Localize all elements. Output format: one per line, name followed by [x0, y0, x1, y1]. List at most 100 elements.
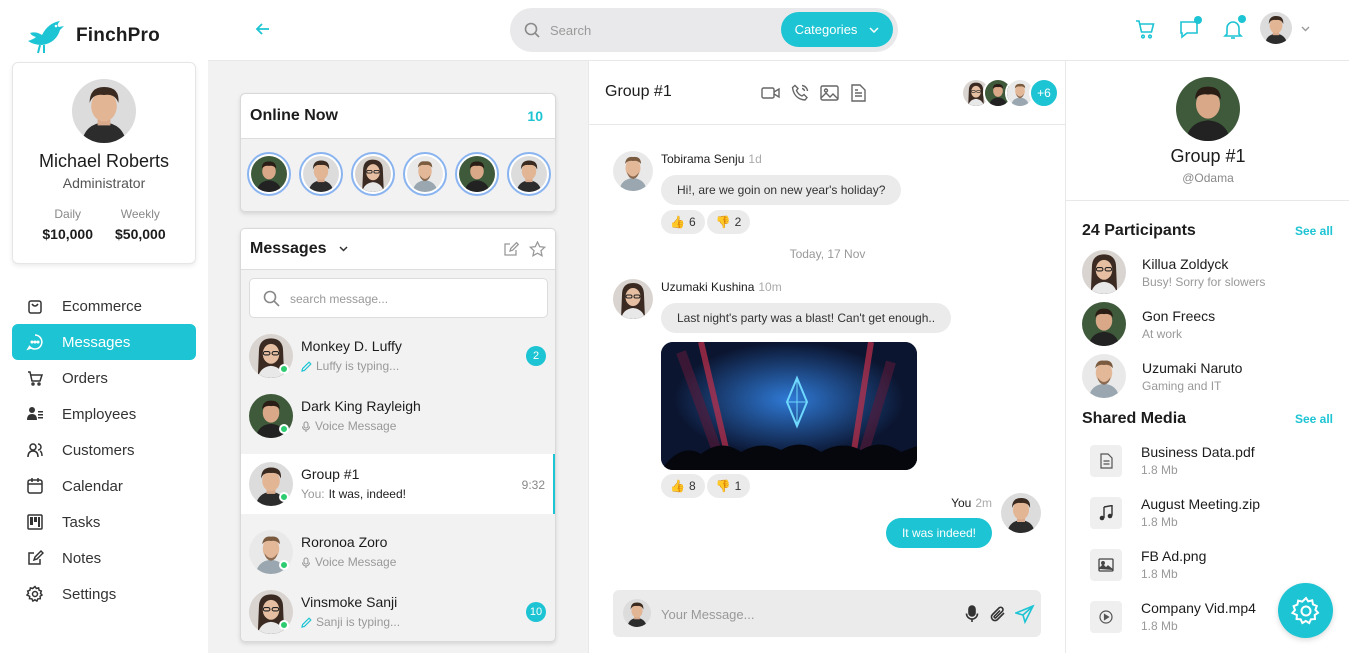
cart-icon	[28, 371, 44, 386]
microphone-icon	[301, 420, 311, 432]
message-composer: Your Message...	[613, 590, 1041, 637]
profile-role: Administrator	[62, 175, 146, 191]
media-file-item[interactable]: FB Ad.png 1.8 Mb	[1090, 546, 1290, 586]
online-avatar[interactable]	[403, 152, 447, 196]
chat-notification-button[interactable]	[1178, 16, 1202, 42]
dislike-reaction[interactable]: 👎 1	[706, 474, 751, 498]
media-see-all-link[interactable]: See all	[1295, 412, 1333, 426]
search-input[interactable]: Search	[550, 23, 591, 38]
nav-item-notes[interactable]: Notes	[12, 540, 196, 576]
online-avatars	[241, 139, 555, 196]
participant-name: Killua Zoldyck	[1142, 256, 1229, 272]
gear-icon	[1290, 595, 1319, 624]
sender-avatar[interactable]	[613, 279, 653, 319]
brand-logo[interactable]: FinchPro	[26, 17, 160, 55]
nav-label: Employees	[62, 405, 137, 423]
message-reactions: 👍 6 👎 2	[661, 210, 751, 234]
search-icon	[524, 22, 540, 38]
participant-status: Busy! Sorry for slowers	[1142, 275, 1266, 289]
nav-item-settings[interactable]: Settings	[12, 576, 196, 612]
compose-icon[interactable]	[503, 241, 519, 257]
message-time: 1d	[748, 152, 762, 166]
categories-label: Categories	[794, 22, 858, 37]
attachment-icon[interactable]	[989, 604, 1007, 624]
reaction-count: 2	[734, 215, 742, 229]
nav-label: Notes	[62, 549, 102, 567]
categories-dropdown[interactable]: Categories	[781, 12, 893, 47]
nav-item-messages[interactable]: Messages	[12, 324, 196, 360]
nav-item-orders[interactable]: Orders	[12, 360, 196, 396]
conversation-item-selected[interactable]: Group #1 You: It was, indeed! 9:32	[241, 454, 555, 514]
notifications-button[interactable]	[1222, 15, 1246, 42]
media-file-item[interactable]: Company Vid.mp4 1.8 Mb	[1090, 598, 1290, 638]
microphone-icon[interactable]	[965, 605, 979, 623]
media-file-item[interactable]: Business Data.pdf 1.8 Mb	[1090, 442, 1290, 482]
online-avatar[interactable]	[455, 152, 499, 196]
participant-item[interactable]: Uzumaki Naruto Gaming and IT	[1082, 354, 1332, 398]
chevron-down-icon[interactable]	[1301, 26, 1310, 32]
notification-dot	[1238, 15, 1246, 23]
sender-name: Uzumaki Kushina	[661, 280, 755, 294]
nav-item-tasks[interactable]: Tasks	[12, 504, 196, 540]
document-icon[interactable]	[851, 84, 866, 102]
conversation-preview: Luffy is typing...	[301, 359, 399, 373]
thumbs-up-icon: 👍	[670, 479, 685, 493]
message-search-input[interactable]: search message...	[290, 292, 388, 306]
group-members-stack[interactable]: +6	[961, 78, 1059, 108]
group-name: Group #1	[1170, 146, 1246, 166]
participants-title: 24 Participants	[1082, 222, 1196, 239]
online-avatar[interactable]	[299, 152, 343, 196]
nav-label: Ecommerce	[62, 297, 143, 315]
shared-party-image[interactable]	[661, 342, 917, 470]
like-reaction[interactable]: 👍 6	[661, 210, 705, 234]
file-name: FB Ad.png	[1141, 548, 1207, 564]
online-avatar[interactable]	[507, 152, 551, 196]
preview-text: Voice Message	[315, 419, 397, 433]
group-info-panel: Group #1 @Odama 24 Participants See all …	[1065, 61, 1349, 653]
message-input[interactable]: Your Message...	[661, 607, 754, 622]
chevron-down-icon	[338, 246, 348, 252]
user-avatar-menu[interactable]	[1260, 12, 1292, 44]
group-avatar[interactable]	[1176, 77, 1240, 141]
online-avatar[interactable]	[351, 152, 395, 196]
conversation-item[interactable]: Dark King Rayleigh Voice Message	[241, 386, 555, 446]
nav-item-calendar[interactable]: Calendar	[12, 468, 196, 504]
cart-icon[interactable]	[1134, 18, 1156, 40]
send-icon[interactable]	[1015, 604, 1035, 624]
conversation-item[interactable]: Monkey D. Luffy Luffy is typing... 2	[241, 326, 555, 386]
conversation-item[interactable]: Roronoa Zoro Voice Message	[241, 522, 555, 582]
participant-item[interactable]: Killua Zoldyck Busy! Sorry for slowers	[1082, 250, 1332, 294]
messages-card: Messages search message... Monkey D. Luf…	[240, 228, 556, 642]
back-arrow-icon[interactable]	[254, 20, 272, 38]
profile-avatar[interactable]	[72, 79, 136, 143]
conversation-item[interactable]: Vinsmoke Sanji Sanji is typing... 10	[241, 582, 555, 642]
message-sender: Tobirama Senju 1d	[661, 152, 762, 166]
like-reaction[interactable]: 👍 8	[661, 474, 705, 498]
nav-label: Orders	[62, 369, 108, 387]
participant-item[interactable]: Gon Freecs At work	[1082, 302, 1332, 346]
chat-thread: Tobirama Senju 1d Hi!, are we goin on new…	[588, 125, 1065, 653]
media-file-item[interactable]: August Meeting.zip 1.8 Mb	[1090, 494, 1290, 534]
message-search-field[interactable]: search message...	[249, 278, 548, 318]
phone-call-icon[interactable]	[791, 84, 809, 102]
my-avatar[interactable]	[1001, 493, 1041, 533]
video-call-icon[interactable]	[761, 85, 781, 101]
star-icon[interactable]	[529, 241, 546, 257]
online-avatar[interactable]	[247, 152, 291, 196]
image-icon[interactable]	[820, 85, 839, 101]
participants-see-all-link[interactable]: See all	[1295, 224, 1333, 238]
conversation-name: Roronoa Zoro	[301, 534, 388, 550]
nav-item-ecommerce[interactable]: Ecommerce	[12, 288, 196, 324]
settings-fab[interactable]	[1278, 583, 1333, 638]
unread-badge: 2	[526, 346, 546, 366]
nav-item-employees[interactable]: Employees	[12, 396, 196, 432]
messages-filter-dropdown[interactable]: Messages	[250, 240, 348, 258]
conversation-name: Monkey D. Luffy	[301, 338, 402, 354]
file-name: August Meeting.zip	[1141, 496, 1261, 512]
dislike-reaction[interactable]: 👎 2	[706, 210, 751, 234]
message-reactions: 👍 8 👎 1	[661, 474, 751, 498]
sender-avatar[interactable]	[613, 151, 653, 191]
online-now-header: Online Now 10	[241, 94, 555, 139]
nav-item-customers[interactable]: Customers	[12, 432, 196, 468]
nav-label: Calendar	[62, 477, 123, 495]
